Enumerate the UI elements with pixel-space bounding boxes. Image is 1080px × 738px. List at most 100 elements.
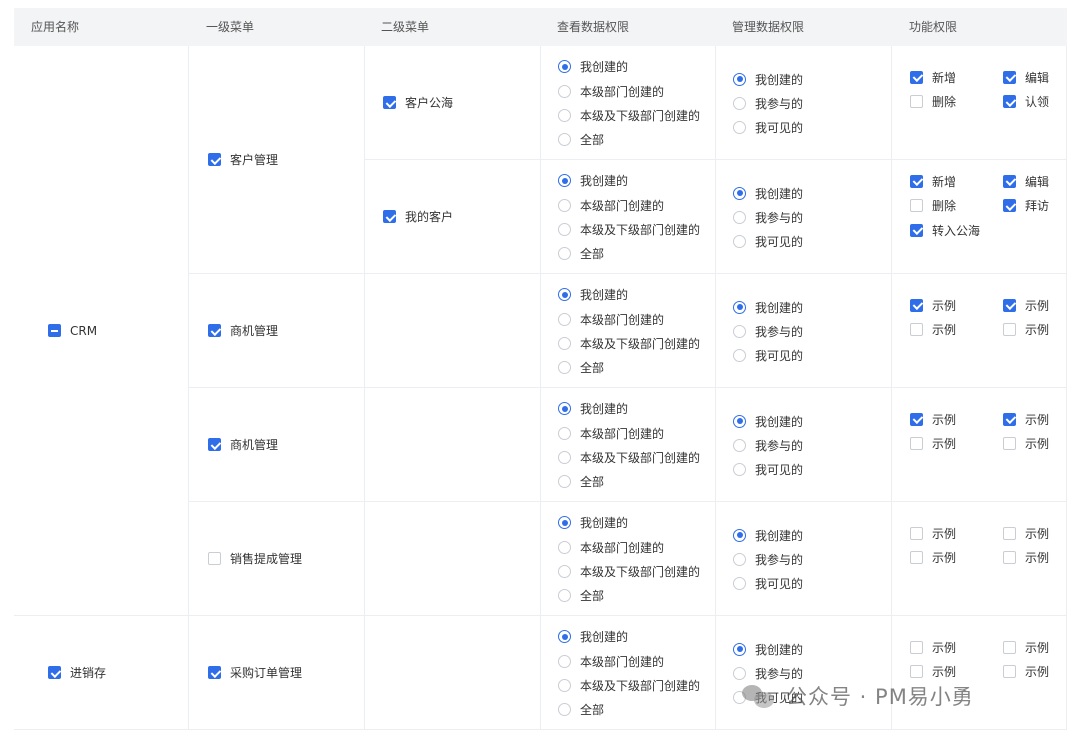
function-checkbox[interactable]: 示例 xyxy=(910,293,956,317)
view-radio-option[interactable]: 本级部门创建的 xyxy=(558,79,700,103)
view-radio-option[interactable]: 全部 xyxy=(558,242,700,266)
function-checkbox[interactable]: 示例 xyxy=(1003,660,1049,684)
manage-radio-group: 我创建的 我参与的 我可见的 xyxy=(733,523,803,596)
menu-checkbox[interactable]: 商机管理 xyxy=(208,322,278,339)
view-radio-option[interactable]: 全部 xyxy=(558,470,700,494)
function-checkbox[interactable]: 编辑 xyxy=(1003,169,1049,193)
function-checkbox[interactable]: 示例 xyxy=(1003,546,1049,570)
menu-cell: 销售提成管理 xyxy=(189,502,365,616)
radio-icon xyxy=(558,475,571,489)
view-radio-option[interactable]: 我创建的 xyxy=(558,625,700,649)
manage-radio-option[interactable]: 我创建的 xyxy=(733,181,803,205)
function-checkbox[interactable]: 示例 xyxy=(1003,293,1049,317)
checkbox-icon xyxy=(1003,526,1016,540)
function-checkbox[interactable]: 示例 xyxy=(910,432,956,456)
view-radio-option[interactable]: 本级部门创建的 xyxy=(558,421,700,445)
view-radio-option[interactable]: 全部 xyxy=(558,698,700,722)
view-radio-option[interactable]: 全部 xyxy=(558,584,700,608)
manage-radio-option[interactable]: 我创建的 xyxy=(733,637,803,661)
function-checkbox[interactable]: 编辑 xyxy=(1003,65,1049,89)
manage-radio-option[interactable]: 我创建的 xyxy=(733,67,803,91)
view-radio-option[interactable]: 全部 xyxy=(558,128,700,152)
view-radio-option[interactable]: 本级部门创建的 xyxy=(558,193,700,217)
function-checkbox[interactable]: 示例 xyxy=(910,660,956,684)
function-checkbox-label: 删除 xyxy=(932,199,957,213)
radio-icon xyxy=(558,84,571,98)
view-radio-option[interactable]: 本级及下级部门创建的 xyxy=(558,559,700,583)
view-radio-option[interactable]: 我创建的 xyxy=(558,55,700,79)
function-checkbox[interactable]: 转入公海 xyxy=(910,218,980,242)
manage-radio-option[interactable]: 我参与的 xyxy=(733,547,803,571)
view-radio-option[interactable]: 本级部门创建的 xyxy=(558,649,700,673)
manage-radio-option[interactable]: 我参与的 xyxy=(733,205,803,229)
manage-radio-option[interactable]: 我创建的 xyxy=(733,523,803,547)
function-checkbox[interactable]: 示例 xyxy=(910,635,956,659)
manage-permission-cell: 我创建的 我参与的 我可见的 xyxy=(716,502,892,616)
function-checkbox[interactable]: 示例 xyxy=(910,407,956,431)
radio-icon xyxy=(558,564,571,578)
radio-icon xyxy=(733,97,746,111)
view-radio-option[interactable]: 本级及下级部门创建的 xyxy=(558,673,700,697)
manage-radio-option[interactable]: 我可见的 xyxy=(733,116,803,140)
radio-icon xyxy=(733,463,746,477)
view-radio-option[interactable]: 本级及下级部门创建的 xyxy=(558,445,700,469)
view-radio-option[interactable]: 我创建的 xyxy=(558,397,700,421)
app-checkbox-jxc[interactable]: 进销存 xyxy=(48,664,106,681)
function-permission-cell: 示例 示例 示例 示例 xyxy=(892,274,1067,388)
checkbox-icon xyxy=(208,438,221,451)
manage-radio-option[interactable]: 我可见的 xyxy=(733,458,803,482)
view-radio-option[interactable]: 本级及下级部门创建的 xyxy=(558,103,700,127)
menu-checkbox[interactable]: 商机管理 xyxy=(208,436,278,453)
menu-checkbox[interactable]: 销售提成管理 xyxy=(208,550,302,567)
view-radio-option[interactable]: 本级及下级部门创建的 xyxy=(558,331,700,355)
function-checkbox[interactable]: 认领 xyxy=(1003,90,1049,114)
view-radio-group: 我创建的本级部门创建的 本级及下级部门创建的 全部 xyxy=(558,55,700,153)
manage-radio-option[interactable]: 我参与的 xyxy=(733,433,803,457)
manage-radio-option[interactable]: 我可见的 xyxy=(733,230,803,254)
app-checkbox-crm[interactable]: CRM xyxy=(48,324,97,338)
function-checkbox[interactable]: 新增 xyxy=(910,169,956,193)
manage-radio-option[interactable]: 我创建的 xyxy=(733,409,803,433)
checkbox-icon xyxy=(1003,298,1016,312)
submenu-checkbox[interactable]: 客户公海 xyxy=(383,94,453,111)
function-checkbox[interactable]: 删除 xyxy=(910,194,956,218)
manage-radio-option[interactable]: 我参与的 xyxy=(733,661,803,685)
function-checkbox[interactable]: 示例 xyxy=(910,546,956,570)
manage-radio-option[interactable]: 我参与的 xyxy=(733,319,803,343)
function-checkbox[interactable]: 拜访 xyxy=(1003,194,1049,218)
function-checkbox-label: 示例 xyxy=(932,526,957,541)
menu-checkbox[interactable]: 客户管理 xyxy=(208,151,278,168)
view-radio-option[interactable]: 我创建的 xyxy=(558,169,700,193)
submenu-checkbox[interactable]: 我的客户 xyxy=(383,208,453,225)
checkbox-icon xyxy=(208,324,221,337)
view-radio-option[interactable]: 本级部门创建的 xyxy=(558,535,700,559)
manage-radio-label: 我参与的 xyxy=(755,97,804,112)
view-radio-option[interactable]: 全部 xyxy=(558,356,700,380)
function-checkbox[interactable]: 删除 xyxy=(910,90,956,114)
view-permission-cell: 我创建的 本级部门创建的 本级及下级部门创建的 全部 xyxy=(541,160,716,274)
manage-radio-option[interactable]: 我可见的 xyxy=(733,344,803,368)
view-radio-option[interactable]: 本级及下级部门创建的 xyxy=(558,217,700,241)
manage-radio-option[interactable]: 我创建的 xyxy=(733,295,803,319)
function-checkbox[interactable]: 示例 xyxy=(1003,432,1049,456)
view-radio-option[interactable]: 我创建的 xyxy=(558,511,700,535)
checkbox-icon xyxy=(208,552,221,565)
function-checkbox[interactable]: 示例 xyxy=(1003,318,1049,342)
manage-radio-option[interactable]: 我可见的 xyxy=(733,686,803,710)
function-checkbox[interactable]: 示例 xyxy=(1003,521,1049,545)
view-radio-label: 我创建的 xyxy=(580,60,629,75)
manage-radio-option[interactable]: 我可见的 xyxy=(733,572,803,596)
menu-checkbox[interactable]: 采购订单管理 xyxy=(208,664,302,681)
function-checkbox[interactable]: 示例 xyxy=(910,521,956,545)
view-radio-label: 本级及下级部门创建的 xyxy=(580,564,701,579)
function-permission-cell: 示例 示例 示例 示例 xyxy=(892,502,1067,616)
checkbox-icon xyxy=(1003,665,1016,678)
view-radio-option[interactable]: 我创建的 xyxy=(558,283,700,307)
function-checkbox[interactable]: 示例 xyxy=(1003,407,1049,431)
view-radio-option[interactable]: 本级部门创建的 xyxy=(558,307,700,331)
function-checkbox[interactable]: 示例 xyxy=(1003,635,1049,659)
function-checkbox[interactable]: 示例 xyxy=(910,318,956,342)
function-checkbox-label: 示例 xyxy=(1025,640,1050,655)
manage-radio-option[interactable]: 我参与的 xyxy=(733,91,803,115)
function-checkbox[interactable]: 新增 xyxy=(910,65,956,89)
